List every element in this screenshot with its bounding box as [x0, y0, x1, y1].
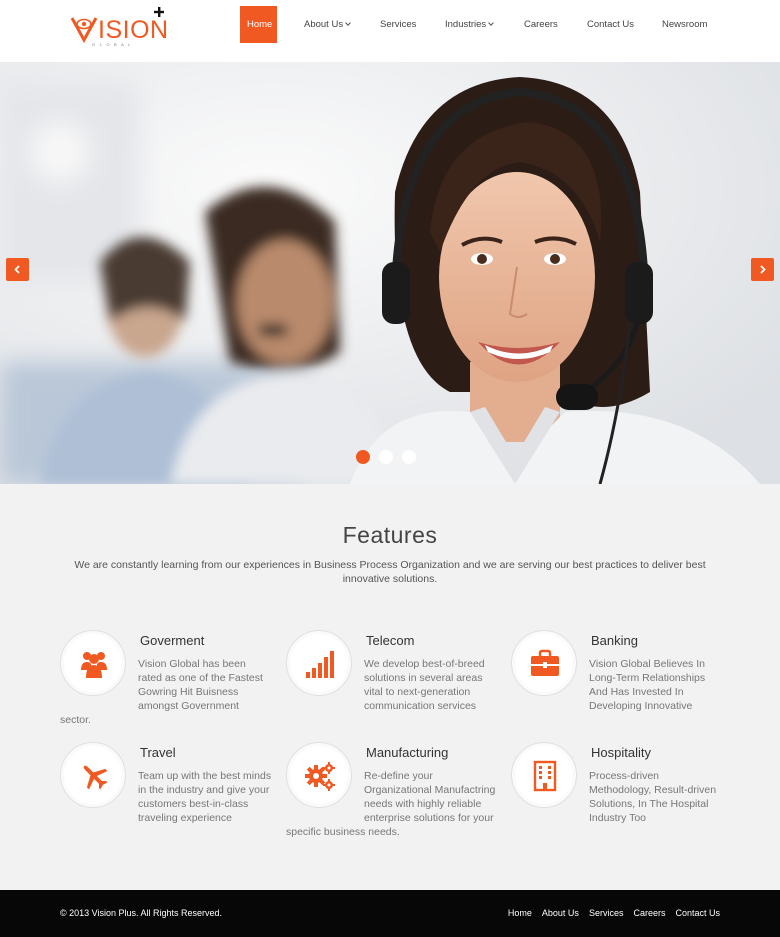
feature-telecom: Telecom We develop best-of-breed solutio… [286, 630, 498, 713]
slider-dot-2[interactable] [379, 450, 393, 464]
nav-contact-us-label: Contact Us [587, 19, 634, 30]
feature-icon-circle [511, 742, 577, 808]
nav-services-label: Services [380, 19, 417, 30]
features-subtitle: We are constantly learning from our expe… [74, 559, 706, 585]
hero-image [0, 62, 780, 484]
nav-newsroom-label: Newsroom [662, 19, 708, 30]
chevron-down-icon [488, 20, 495, 26]
svg-text:GLOBAL: GLOBAL [92, 42, 135, 47]
nav-contact-us[interactable]: Contact Us [580, 6, 641, 43]
footer-link-careers[interactable]: Careers [633, 908, 665, 918]
feature-title: Banking [591, 633, 638, 648]
users-icon [81, 652, 107, 678]
feature-title: Hospitality [591, 745, 651, 760]
footer-navigation: Home About Us Services Careers Contact U… [508, 908, 720, 918]
briefcase-icon [531, 649, 559, 676]
features-section: Features We are constantly learning from… [0, 484, 780, 890]
nav-home[interactable]: Home [240, 6, 277, 43]
signal-bars-icon [306, 651, 334, 678]
nav-industries-label: Industries [445, 19, 487, 30]
feature-title: Goverment [140, 633, 205, 648]
hero-slider [0, 62, 780, 484]
feature-title: Travel [140, 745, 176, 760]
footer-link-about-us[interactable]: About Us [542, 908, 579, 918]
features-title: Features [342, 522, 438, 548]
slider-pagination [356, 450, 416, 464]
feature-government: Goverment Vision Global has been rated a… [60, 630, 272, 727]
feature-travel: Travel Team up with the best minds in th… [60, 742, 272, 825]
nav-about-us[interactable]: About Us [297, 6, 357, 43]
svg-text:ISION: ISION [98, 16, 169, 44]
feature-icon-circle [60, 630, 126, 696]
feature-title: Manufacturing [366, 745, 449, 760]
footer-link-contact-us[interactable]: Contact Us [675, 908, 720, 918]
feature-icon-circle [60, 742, 126, 808]
chevron-down-icon [345, 20, 351, 26]
gears-icon [305, 762, 335, 791]
site-footer: © 2013 Vision Plus. All Rights Reserved.… [0, 890, 780, 937]
footer-link-home[interactable]: Home [508, 908, 532, 918]
nav-home-label: Home [247, 19, 273, 30]
feature-title: Telecom [366, 633, 415, 648]
nav-careers-label: Careers [524, 19, 558, 30]
chevron-right-icon [760, 265, 766, 274]
chevron-left-icon [14, 265, 20, 274]
nav-industries[interactable]: Industries [438, 6, 500, 43]
feature-icon-circle [286, 742, 352, 808]
feature-banking: Banking Vision Global Believes In Long-T… [511, 630, 723, 713]
feature-icon-circle [286, 630, 352, 696]
copyright-text: © 2013 Vision Plus. All Rights Reserved. [60, 908, 223, 918]
slider-prev-button[interactable] [6, 258, 29, 281]
slider-dot-3[interactable] [402, 450, 416, 464]
slider-next-button[interactable] [751, 258, 774, 281]
feature-icon-circle [511, 630, 577, 696]
feature-manufacturing: Manufacturing Re-define your Organizatio… [286, 742, 498, 839]
nav-services[interactable]: Services [373, 6, 423, 43]
nav-about-us-label: About Us [304, 19, 344, 30]
slider-dot-1[interactable] [356, 450, 370, 464]
nav-newsroom[interactable]: Newsroom [655, 6, 714, 43]
airplane-icon [83, 765, 108, 790]
footer-link-services[interactable]: Services [589, 908, 624, 918]
site-header: ISION GLOBAL Home About Us Services Indu… [0, 0, 780, 62]
nav-careers[interactable]: Careers [517, 6, 565, 43]
vision-global-logo[interactable]: ISION GLOBAL [70, 6, 170, 48]
feature-hospitality: Hospitality Process-driven Methodology, … [511, 742, 723, 825]
building-icon [533, 760, 557, 792]
